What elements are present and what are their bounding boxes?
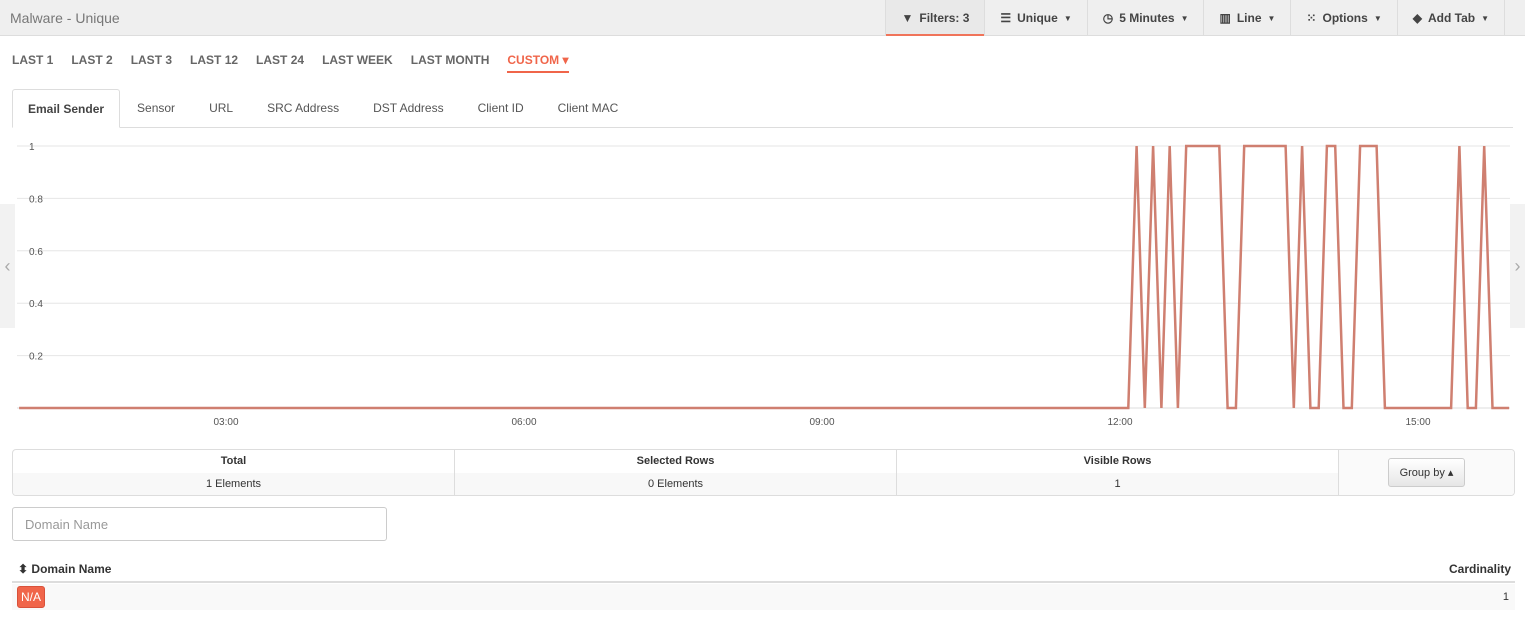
top-bar: Malware - Unique ▼ Filters: 3 ☰ Unique ▼ ◷ 5 M… (0, 0, 1525, 36)
stat-total: Total 1 Elements (13, 450, 455, 495)
caret-down-icon: ▼ (1373, 13, 1382, 23)
tab-src-address[interactable]: SRC Address (250, 89, 356, 127)
x-tick-label: 12:00 (1107, 417, 1132, 428)
time-range-selector: LAST 1 LAST 2 LAST 3 LAST 12 LAST 24 LAST WEE… (12, 53, 569, 73)
x-tick-label: 09:00 (809, 417, 834, 428)
x-tick-label: 03:00 (213, 417, 238, 428)
grid-icon: ⁙ (1306, 11, 1317, 25)
toolbar: ▼ Filters: 3 ☰ Unique ▼ ◷ 5 Minutes ▼ ▥ Line ▼ ⁙ Opt… (885, 0, 1505, 36)
range-custom[interactable]: CUSTOM ▾ (507, 53, 569, 73)
toolbar-5-minutes-button[interactable]: ◷ 5 Minutes ▼ (1086, 0, 1204, 36)
toolbar-options-button[interactable]: ⁙ Options ▼ (1290, 0, 1396, 36)
cardinality-cell: 1 (1502, 591, 1509, 603)
range-last-3[interactable]: LAST 3 (131, 53, 172, 73)
tab-url[interactable]: URL (192, 89, 250, 127)
range-last-12[interactable]: LAST 12 (190, 53, 238, 73)
range-last-24[interactable]: LAST 24 (256, 53, 304, 73)
range-last-2[interactable]: LAST 2 (71, 53, 112, 73)
clock-icon: ◷ (1102, 11, 1114, 25)
table-row[interactable]: N/A 1 (12, 584, 1515, 610)
sort-icon: ⬍ (18, 562, 29, 576)
page-title: Malware - Unique (10, 10, 120, 26)
tab-dst-address[interactable]: DST Address (356, 89, 460, 127)
range-last-month[interactable]: LAST MONTH (411, 53, 490, 73)
caret-down-icon: ▼ (1063, 13, 1072, 23)
line-chart: 0.2 0.4 0.6 0.8 1 03:00 06:00 09:00 12:00 15:00 (17, 142, 1510, 428)
column-header-cardinality[interactable]: Cardinality (1449, 562, 1511, 576)
domain-badge[interactable]: N/A (17, 586, 46, 608)
bar-chart-icon: ▥ (1219, 11, 1231, 25)
group-by-button[interactable]: Group by ▴ (1387, 458, 1466, 487)
list-icon: ☰ (1000, 11, 1012, 25)
range-last-1[interactable]: LAST 1 (12, 53, 53, 73)
caret-down-icon: ▼ (1267, 13, 1276, 23)
tag-icon: ◆ (1412, 11, 1422, 25)
y-tick-label: 0.4 (29, 299, 43, 310)
tab-client-id[interactable]: Client ID (461, 89, 541, 127)
y-tick-label: 0.2 (29, 352, 43, 363)
toolbar-line-button[interactable]: ▥ Line ▼ (1203, 0, 1290, 36)
x-tick-label: 06:00 (511, 417, 536, 428)
toolbar-unique-button[interactable]: ☰ Unique ▼ (984, 0, 1086, 36)
field-tabs: Email Sender Sensor URL SRC Address DST Addr… (12, 89, 1513, 128)
y-tick-label: 0.6 (29, 247, 43, 258)
tab-client-mac[interactable]: Client MAC (541, 89, 636, 127)
x-tick-label: 15:00 (1405, 417, 1430, 428)
caret-down-icon: ▼ (1481, 13, 1489, 23)
caret-down-icon: ▼ (1180, 13, 1189, 23)
column-header-domain-name[interactable]: ⬍ Domain Name (18, 562, 111, 576)
toolbar-add-tab-button[interactable]: ◆ Add Tab ▼ (1396, 0, 1505, 36)
y-tick-label: 0.8 (29, 194, 43, 205)
toolbar-filters-3-button[interactable]: ▼ Filters: 3 (885, 0, 985, 36)
series-line (19, 144, 1510, 410)
tab-email-sender[interactable]: Email Sender (12, 89, 121, 128)
tab-sensor[interactable]: Sensor (120, 89, 192, 127)
domain-name-search-input[interactable] (12, 507, 387, 541)
table-header: ⬍ Domain Name Cardinality (12, 558, 1515, 583)
y-tick-label: 1 (29, 142, 35, 153)
range-last-week[interactable]: LAST WEEK (322, 53, 393, 73)
stat-visible-rows: Visible Rows 1 (897, 450, 1339, 495)
stat-selected-rows: Selected Rows 0 Elements (455, 450, 897, 495)
stats-panel: Total 1 Elements Selected Rows 0 Elements … (12, 449, 1515, 496)
filter-icon: ▼ (901, 11, 914, 25)
